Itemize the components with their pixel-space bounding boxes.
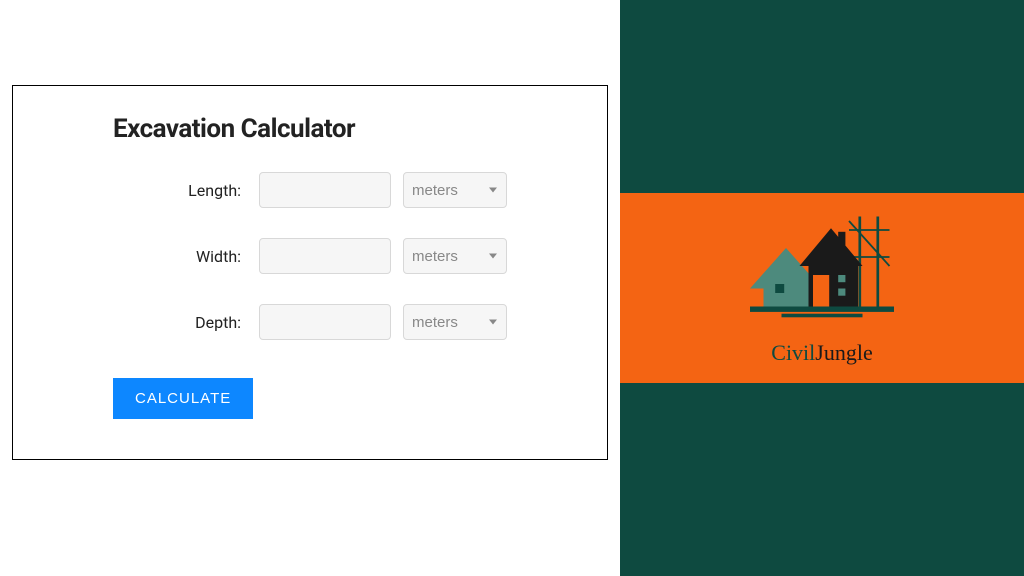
length-unit-wrap: meters [403, 172, 507, 208]
length-row: Length: meters [113, 172, 507, 208]
depth-unit-wrap: meters [403, 304, 507, 340]
width-unit-wrap: meters [403, 238, 507, 274]
depth-input[interactable] [259, 304, 391, 340]
brand-band: CivilJungle [620, 193, 1024, 383]
calculator-title: Excavation Calculator [113, 114, 507, 144]
calculator-box: Excavation Calculator Length: meters Wid… [12, 85, 608, 460]
brand-logo: CivilJungle [732, 210, 912, 366]
length-label: Length: [188, 181, 241, 200]
length-input[interactable] [259, 172, 391, 208]
brand-civil: Civil [771, 340, 815, 365]
calculator-panel: Excavation Calculator Length: meters Wid… [0, 0, 620, 576]
width-input[interactable] [259, 238, 391, 274]
calculate-button[interactable]: CALCULATE [113, 378, 253, 419]
depth-unit-select[interactable]: meters [403, 304, 507, 340]
brand-jungle: Jungle [815, 340, 872, 365]
brand-name: CivilJungle [732, 340, 912, 366]
width-unit-select[interactable]: meters [403, 238, 507, 274]
depth-label: Depth: [195, 313, 241, 332]
width-row: Width: meters [113, 238, 507, 274]
house-logo-icon [732, 210, 912, 340]
width-label: Width: [196, 247, 241, 266]
length-unit-select[interactable]: meters [403, 172, 507, 208]
depth-row: Depth: meters [113, 304, 507, 340]
brand-panel: CivilJungle [620, 0, 1024, 576]
